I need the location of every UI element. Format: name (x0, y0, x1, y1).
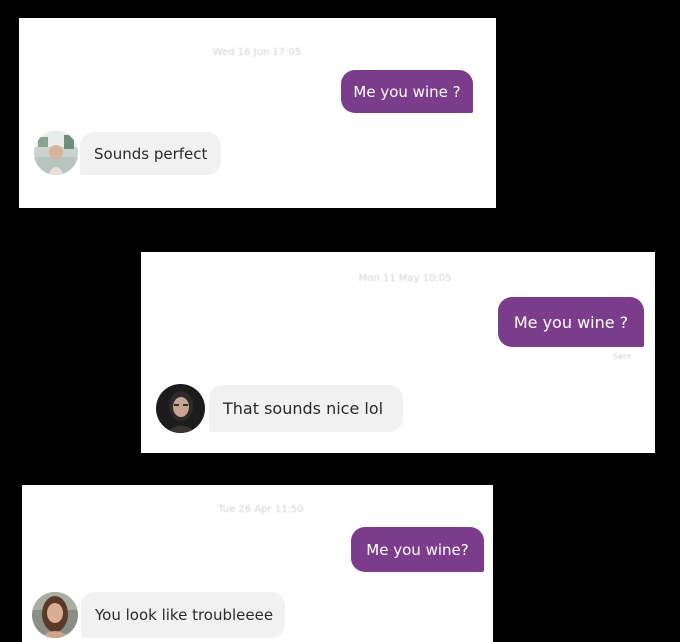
sent-message-bubble[interactable]: Me you wine ? (498, 297, 644, 347)
chat-screenshot-1: Wed 16 Jun 17:05 Me you wine ? Sounds pe… (19, 18, 496, 208)
message-timestamp: Tue 26 Apr 11:50 (218, 504, 304, 515)
profile-photo-icon[interactable] (32, 592, 78, 638)
chat-screenshot-2: Mon 11 May 10:05 Me you wine ? Sent That… (141, 252, 655, 453)
message-receipt: Sent (613, 352, 632, 361)
received-message-bubble[interactable]: You look like troubleeee (81, 592, 285, 638)
sent-message-bubble[interactable]: Me you wine ? (341, 70, 473, 113)
profile-photo-icon[interactable] (34, 131, 78, 175)
message-timestamp: Wed 16 Jun 17:05 (212, 47, 302, 58)
received-message-bubble[interactable]: Sounds perfect (80, 132, 221, 175)
profile-photo-icon[interactable] (156, 384, 205, 433)
chat-screenshot-3: Tue 26 Apr 11:50 Me you wine? You look l… (22, 485, 493, 642)
sent-message-bubble[interactable]: Me you wine? (351, 527, 484, 572)
message-timestamp: Mon 11 May 10:05 (358, 273, 452, 284)
received-message-bubble[interactable]: That sounds nice lol (209, 385, 403, 432)
